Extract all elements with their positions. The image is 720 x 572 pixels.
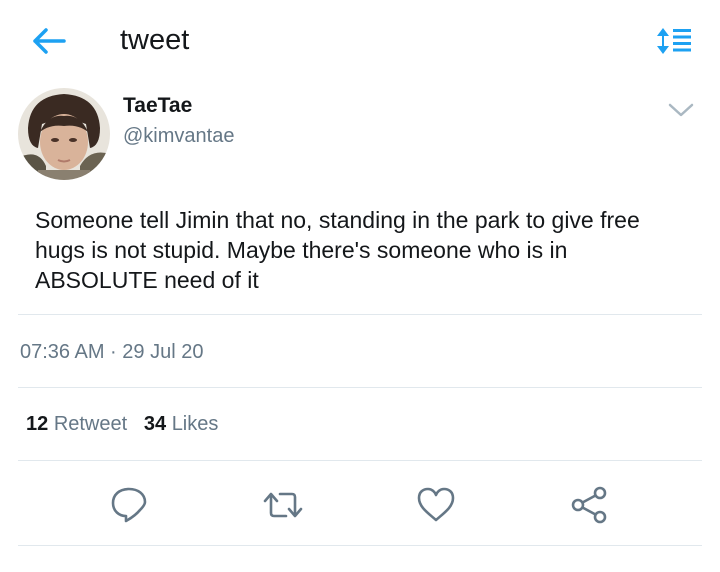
tweet-text: Someone tell Jimin that no, standing in … (35, 207, 640, 293)
tweet-timestamp: 07:36 AM · 29 Jul 20 (20, 341, 204, 363)
divider (18, 387, 702, 388)
like-button[interactable] (414, 483, 458, 527)
reply-icon (111, 487, 147, 523)
tweet-stats: 12 Retweet 34 Likes (26, 413, 218, 436)
divider (18, 545, 702, 546)
retweet-count: 12 (26, 413, 49, 435)
retweet-stat[interactable]: 12 Retweet (26, 413, 133, 435)
heart-icon (417, 487, 455, 522)
page-title: tweet (120, 24, 190, 56)
author-name[interactable]: TaeTae (123, 94, 192, 118)
app-header: tweet (0, 0, 720, 82)
retweet-button[interactable] (261, 483, 305, 527)
likes-label: Likes (171, 413, 219, 435)
arrow-left-icon (33, 28, 66, 54)
share-button[interactable] (567, 483, 611, 527)
more-options-button[interactable] (666, 98, 696, 122)
reply-button[interactable] (107, 483, 151, 527)
sort-icon (657, 28, 691, 54)
likes-stat[interactable]: 34 Likes (144, 413, 219, 435)
chevron-down-icon (668, 103, 694, 117)
retweet-icon (263, 492, 303, 518)
sort-button[interactable] (655, 26, 693, 56)
divider (18, 460, 702, 461)
avatar[interactable] (18, 88, 110, 180)
share-icon (571, 486, 607, 524)
back-button[interactable] (30, 24, 68, 58)
likes-count: 34 (143, 413, 167, 435)
author-handle[interactable]: @kimvantae (123, 125, 234, 148)
divider (18, 314, 702, 315)
retweet-label: Retweet (53, 413, 128, 435)
